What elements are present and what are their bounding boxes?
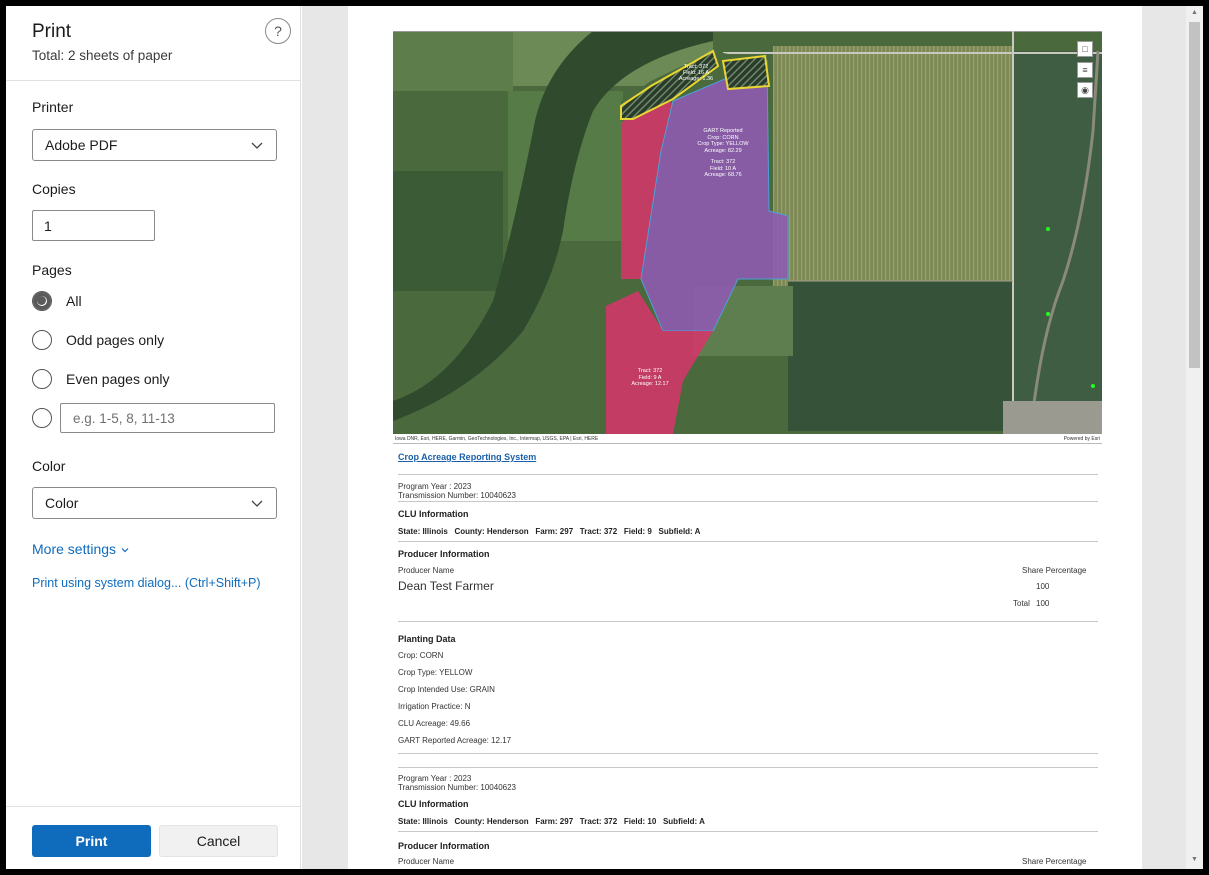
printer-select[interactable]: Adobe PDF bbox=[32, 129, 277, 161]
panel-footer: Print Cancel bbox=[6, 806, 301, 869]
clu-details: State: Illinois County: Henderson Farm: … bbox=[398, 527, 701, 536]
pages-label: Pages bbox=[32, 262, 72, 278]
map-label-bottom: Tract: 372 Field: 9 A Acreage: 12.17 bbox=[615, 368, 685, 388]
bookmark-icon[interactable]: □ bbox=[1077, 41, 1093, 57]
copies-label: Copies bbox=[32, 181, 76, 197]
map-label-line: Acreage: 1.36 bbox=[678, 76, 714, 82]
radio-selected-icon bbox=[32, 291, 52, 311]
preview-scrollbar[interactable]: ▲ ▼ bbox=[1186, 6, 1203, 869]
divider bbox=[398, 621, 1098, 622]
print-preview: Tract: 372 Field: 16 A Acreage: 1.36 GAR… bbox=[302, 6, 1186, 869]
pages-option-odd[interactable]: Odd pages only bbox=[32, 329, 164, 351]
attribution-text: Iowa DNR, Esri, HERE, Garmin, GeoTechnol… bbox=[395, 436, 599, 442]
map-attribution: Iowa DNR, Esri, HERE, Garmin, GeoTechnol… bbox=[393, 435, 1102, 444]
panel-header: Print Total: 2 sheets of paper ? bbox=[6, 6, 300, 81]
transmission-number: Transmission Number: 10040623 bbox=[398, 783, 516, 792]
chevron-down-icon bbox=[251, 500, 263, 507]
planting-clu-acreage: CLU Acreage: 49.66 bbox=[398, 719, 471, 728]
scroll-up-icon[interactable]: ▲ bbox=[1191, 9, 1198, 16]
producer-heading: Producer Information bbox=[398, 841, 490, 851]
map-label-line: Acreage: 12.17 bbox=[631, 381, 669, 387]
field-map: Tract: 372 Field: 16 A Acreage: 1.36 GAR… bbox=[393, 31, 1102, 434]
help-button[interactable]: ? bbox=[265, 18, 291, 44]
producer-name: Dean Test Farmer bbox=[398, 579, 494, 593]
color-select-value: Color bbox=[45, 495, 79, 511]
producer-name-label: Producer Name bbox=[398, 857, 455, 866]
print-dialog: Print Total: 2 sheets of paper ? Printer… bbox=[6, 6, 1203, 869]
divider bbox=[398, 753, 1098, 754]
share-percentage-label: Share Percentage bbox=[1022, 566, 1087, 575]
panel-title: Print bbox=[32, 21, 72, 42]
map-label-line: Acreage: 68.76 bbox=[704, 172, 742, 178]
radio-icon bbox=[32, 369, 52, 389]
divider bbox=[398, 767, 1098, 768]
pages-option-custom[interactable]: e.g. 1-5, 8, 11-13 bbox=[32, 402, 275, 434]
list-icon[interactable]: ≡ bbox=[1077, 62, 1093, 78]
planting-intended-use: Crop Intended Use: GRAIN bbox=[398, 685, 495, 694]
share-percentage-label: Share Percentage bbox=[1022, 857, 1087, 866]
divider bbox=[398, 474, 1098, 475]
report-title[interactable]: Crop Acreage Reporting System bbox=[398, 452, 536, 462]
layers-icon[interactable]: ◉ bbox=[1077, 82, 1093, 98]
color-select[interactable]: Color bbox=[32, 487, 277, 519]
pages-option-even[interactable]: Even pages only bbox=[32, 368, 170, 390]
printer-label: Printer bbox=[32, 99, 74, 115]
page-range-input[interactable]: e.g. 1-5, 8, 11-13 bbox=[60, 403, 275, 433]
divider bbox=[398, 541, 1098, 542]
total-label: Total bbox=[1013, 599, 1030, 608]
planting-crop-type: Crop Type: YELLOW bbox=[398, 668, 473, 677]
print-button[interactable]: Print bbox=[32, 825, 151, 857]
planting-gart-acreage: GART Reported Acreage: 12.17 bbox=[398, 736, 512, 745]
pages-option-label: Even pages only bbox=[66, 371, 170, 387]
chevron-down-icon bbox=[251, 142, 263, 149]
preview-page: Tract: 372 Field: 16 A Acreage: 1.36 GAR… bbox=[348, 6, 1142, 869]
map-label-center: GART Reported Crop: CORN Crop Type: YELL… bbox=[683, 128, 763, 179]
planting-heading: Planting Data bbox=[398, 634, 456, 644]
divider bbox=[398, 831, 1098, 832]
print-settings-panel: Print Total: 2 sheets of paper ? Printer… bbox=[6, 6, 301, 869]
clu-heading: CLU Information bbox=[398, 799, 469, 809]
satellite-map-image bbox=[393, 31, 1102, 434]
copies-input[interactable]: 1 bbox=[32, 210, 155, 241]
planting-irrigation: Irrigation Practice: N bbox=[398, 702, 471, 711]
more-settings-label: More settings bbox=[32, 541, 117, 557]
pages-option-label: Odd pages only bbox=[66, 332, 165, 348]
pages-option-label: All bbox=[66, 293, 82, 309]
powered-by-text: Powered by Esri bbox=[1063, 436, 1100, 442]
total-value: 100 bbox=[1036, 599, 1050, 608]
producer-heading: Producer Information bbox=[398, 549, 490, 559]
divider bbox=[398, 501, 1098, 502]
clu-details: State: Illinois County: Henderson Farm: … bbox=[398, 817, 705, 826]
clu-heading: CLU Information bbox=[398, 509, 469, 519]
producer-name-label: Producer Name bbox=[398, 566, 455, 575]
scrollbar-thumb[interactable] bbox=[1189, 22, 1200, 368]
cancel-button[interactable]: Cancel bbox=[159, 825, 278, 857]
sheet-count: Total: 2 sheets of paper bbox=[32, 48, 173, 63]
color-label: Color bbox=[32, 458, 66, 474]
program-year: Program Year : 2023 bbox=[398, 482, 472, 491]
share-value: 100 bbox=[1036, 582, 1050, 591]
chevron-down-icon bbox=[121, 548, 129, 553]
radio-icon bbox=[32, 408, 52, 428]
transmission-number: Transmission Number: 10040623 bbox=[398, 491, 516, 500]
program-year: Program Year : 2023 bbox=[398, 774, 472, 783]
system-dialog-link[interactable]: Print using system dialog... (Ctrl+Shift… bbox=[32, 576, 261, 590]
map-label-top: Tract: 372 Field: 16 A Acreage: 1.36 bbox=[661, 64, 731, 82]
pages-option-all[interactable]: All bbox=[32, 290, 82, 312]
planting-crop: Crop: CORN bbox=[398, 651, 444, 660]
scroll-down-icon[interactable]: ▼ bbox=[1191, 856, 1198, 863]
printer-select-value: Adobe PDF bbox=[45, 137, 118, 153]
radio-icon bbox=[32, 330, 52, 350]
more-settings-link[interactable]: More settings bbox=[32, 541, 130, 557]
